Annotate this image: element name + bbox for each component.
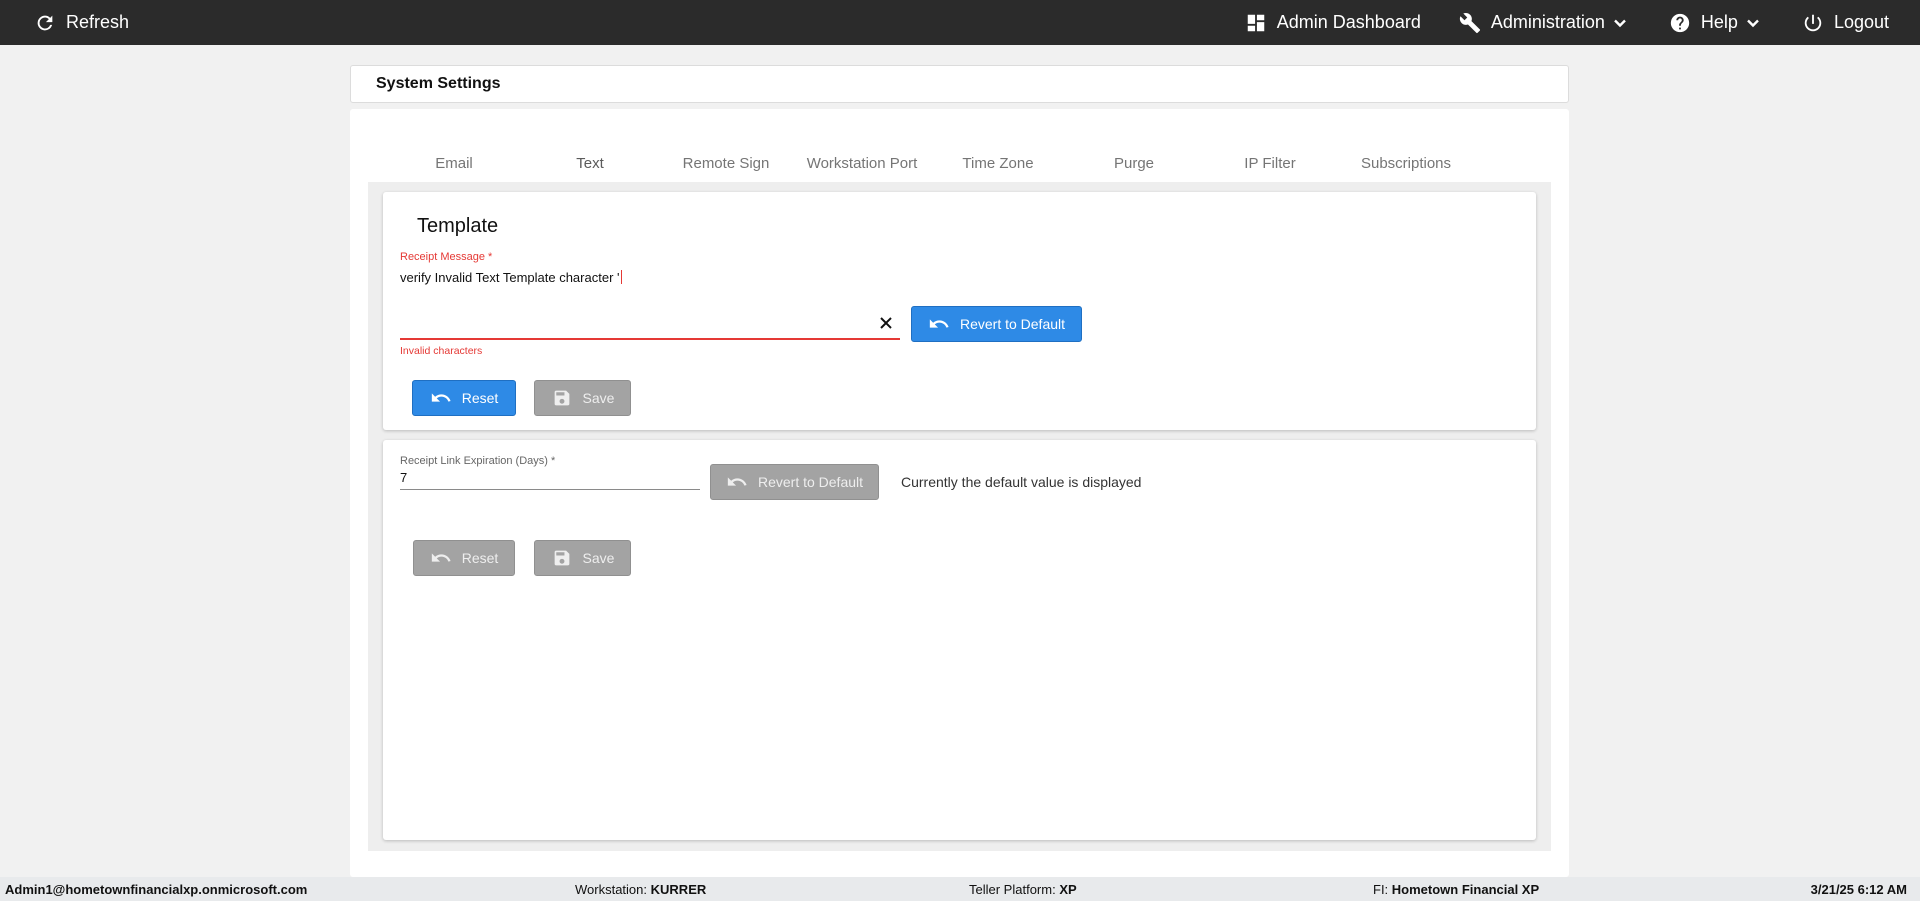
receipt-expiration-input[interactable]: 7 <box>400 470 407 485</box>
save-button[interactable]: Save <box>534 380 631 416</box>
top-navigation-bar: Refresh Admin Dashboard Administration H… <box>0 0 1920 45</box>
help-menu[interactable]: Help <box>1669 12 1764 34</box>
platform-value: XP <box>1059 882 1077 897</box>
refresh-icon <box>34 12 56 34</box>
fi-label: FI: <box>1373 882 1389 897</box>
reset-button[interactable]: Reset <box>412 380 516 416</box>
clear-icon[interactable] <box>877 314 895 332</box>
receipt-message-input[interactable]: verify Invalid Text Template character ' <box>400 270 622 285</box>
footer-user: Admin1@hometownfinancialxp.onmicrosoft.c… <box>5 882 308 897</box>
fi-value: Hometown Financial XP <box>1391 882 1540 897</box>
text-cursor <box>620 270 622 284</box>
admin-dashboard-label: Admin Dashboard <box>1276 12 1421 32</box>
reset-label: Reset <box>461 550 499 566</box>
receipt-message-label: Receipt Message * <box>400 251 493 263</box>
save-icon <box>554 390 569 406</box>
receipt-message-underline <box>400 338 900 340</box>
refresh-button[interactable]: Refresh <box>34 0 129 45</box>
status-footer: Admin1@hometownfinancialxp.onmicrosoft.c… <box>0 877 1920 901</box>
save-button[interactable]: Save <box>534 540 631 576</box>
revert-to-default-button[interactable]: Revert to Default <box>911 306 1082 342</box>
receipt-expiration-label: Receipt Link Expiration (Days) * <box>400 455 556 467</box>
save-icon <box>554 550 569 566</box>
receipt-expiration-panel: Receipt Link Expiration (Days) * 7 Rever… <box>383 440 1536 840</box>
receipt-expiration-value: 7 <box>400 470 408 485</box>
logout-button[interactable]: Logout <box>1802 12 1889 34</box>
receipt-message-value: verify Invalid Text Template character ' <box>400 270 620 285</box>
receipt-expiration-underline <box>400 489 700 490</box>
page-title: System Settings <box>376 75 501 92</box>
undo-icon <box>431 553 451 562</box>
platform-label: Teller Platform: <box>969 882 1056 897</box>
revert-label: Revert to Default <box>959 316 1066 332</box>
admin-dashboard-button[interactable]: Admin Dashboard <box>1245 12 1421 34</box>
template-heading: Template <box>417 215 499 237</box>
footer-platform: Teller Platform: XP <box>969 882 1077 897</box>
wrench-icon <box>1459 12 1481 34</box>
reset-label: Reset <box>461 390 499 406</box>
undo-icon <box>431 393 451 402</box>
logout-label: Logout <box>1833 12 1889 32</box>
reset-button[interactable]: Reset <box>413 540 515 576</box>
revert-to-default-button[interactable]: Revert to Default <box>710 464 879 500</box>
undo-icon <box>727 477 747 486</box>
footer-workstation: Workstation: KURRER <box>575 882 706 897</box>
default-value-info: Currently the default value is displayed <box>901 474 1142 490</box>
workstation-label: Workstation: <box>575 882 648 897</box>
power-icon <box>1802 12 1824 34</box>
footer-datetime: 3/21/25 6:12 AM <box>1810 882 1907 897</box>
save-label: Save <box>582 550 615 566</box>
help-label: Help <box>1700 12 1738 32</box>
undo-icon <box>929 319 949 328</box>
dashboard-icon <box>1245 12 1267 34</box>
save-label: Save <box>582 390 615 406</box>
chevron-down-icon <box>1609 12 1631 34</box>
settings-card: Email Text Remote Sign Workstation Port … <box>350 109 1569 877</box>
administration-label: Administration <box>1490 12 1605 32</box>
template-panel: Template Receipt Message * verify Invali… <box>383 192 1536 430</box>
page-header: System Settings <box>350 65 1569 103</box>
chevron-down-icon <box>1742 12 1764 34</box>
tab-content-area: Template Receipt Message * verify Invali… <box>368 182 1551 851</box>
refresh-label: Refresh <box>66 12 130 32</box>
footer-fi: FI: Hometown Financial XP <box>1373 882 1539 897</box>
revert-label: Revert to Default <box>757 474 864 490</box>
administration-menu[interactable]: Administration <box>1459 12 1631 34</box>
help-icon <box>1669 12 1691 34</box>
workstation-value: KURRER <box>650 882 707 897</box>
receipt-message-error: Invalid characters <box>400 345 483 357</box>
